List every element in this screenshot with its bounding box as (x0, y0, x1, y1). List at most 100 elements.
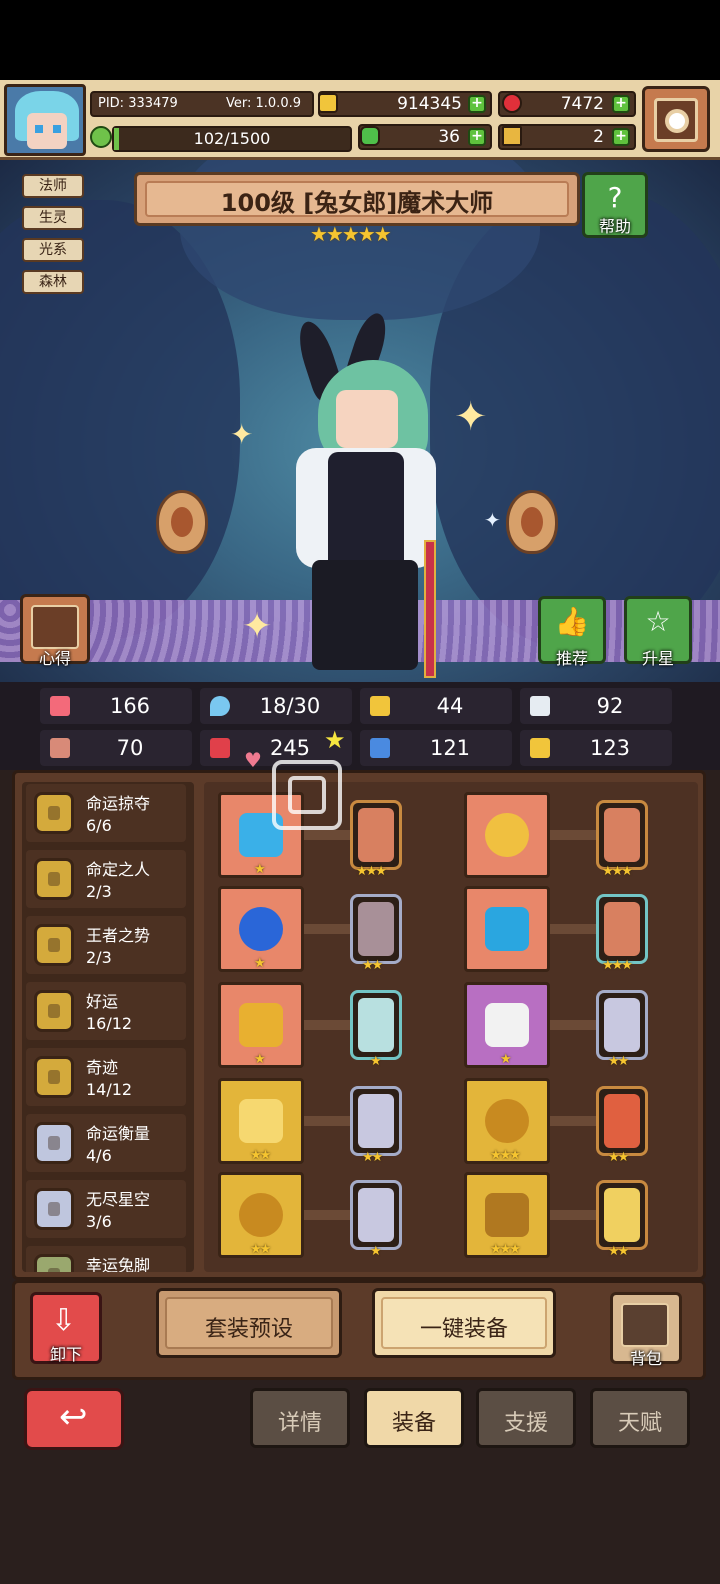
star-up-button[interactable]: ☆ 升星 (624, 596, 692, 668)
set-emblem-icon (34, 858, 74, 900)
set-emblem-icon (34, 924, 74, 966)
key-icon (502, 126, 522, 146)
equip-card-hat[interactable] (596, 800, 648, 870)
card-stars: ★★★ (602, 958, 633, 973)
equip-card-necklace[interactable] (350, 990, 402, 1060)
card-stars: ★★ (608, 1150, 629, 1165)
slot-stars: ★ (500, 1052, 512, 1067)
slot-stars: ★★★ (490, 1148, 521, 1163)
back-button[interactable]: ↩ (24, 1388, 124, 1450)
add-gem-icon[interactable]: + (612, 95, 630, 113)
set-item[interactable]: 好运 16/12 (26, 982, 186, 1040)
hero-title: 100级 [兔女郎]魔术大师 (220, 189, 494, 217)
unequip-label: 卸下 (49, 1345, 82, 1364)
bag-label: 背包 (629, 1349, 662, 1368)
shield-icon (370, 696, 390, 716)
set-bonus-list[interactable]: 命运掠夺 6/6 命定之人 2/3 王者之势 2/3 好运 16/12 奇迹 1… (22, 782, 194, 1272)
card-stars: ★★ (608, 1054, 629, 1069)
equip-card-armor[interactable] (596, 894, 648, 964)
tag-class: 法师 (22, 174, 84, 198)
set-emblem-icon (34, 792, 74, 834)
slot-stars: ★★ (250, 1148, 271, 1163)
tab-equipment[interactable]: 装备 (364, 1388, 464, 1448)
right-token-icon[interactable] (506, 490, 558, 554)
set-emblem-icon (34, 1188, 74, 1230)
set-item[interactable]: 王者之势 2/3 (26, 916, 186, 974)
bag-button[interactable]: 背包 (610, 1292, 682, 1368)
tab-details[interactable]: 详情 (250, 1388, 350, 1448)
set-emblem-icon (34, 990, 74, 1032)
set-item[interactable]: 命运衡量 4/6 (26, 1114, 186, 1172)
fist-icon (50, 738, 70, 758)
add-key-icon[interactable]: + (612, 128, 630, 146)
card-stars: ★★ (362, 958, 383, 973)
left-token-icon[interactable] (156, 490, 208, 554)
add-gold-icon[interactable]: + (468, 95, 486, 113)
equip-slot-hat[interactable] (464, 792, 550, 878)
hero-title-banner: 100级 [兔女郎]魔术大师 (134, 172, 580, 226)
stamina-icon (90, 126, 112, 148)
equip-card-emblem[interactable] (350, 1086, 402, 1156)
set-item[interactable]: 命运掠夺 6/6 (26, 784, 186, 842)
clover-icon (360, 126, 380, 146)
sparkle-icon: ✦ (230, 418, 254, 451)
settings-button[interactable] (642, 86, 710, 152)
set-preset-label: 套装预设 (204, 1317, 293, 1342)
ruby-icon (502, 93, 522, 113)
hero-face (336, 390, 398, 448)
stat-luck: 123 (520, 730, 672, 766)
slot-stars: ★ (254, 956, 266, 971)
equip-card-ring2[interactable] (350, 1180, 402, 1250)
sparkle-icon: ✦ (454, 394, 488, 440)
set-item[interactable]: 无尽星空 3/6 (26, 1180, 186, 1238)
recommend-label: 推荐 (555, 649, 588, 668)
gold-value: 914345 (397, 94, 462, 114)
help-button[interactable]: ? 帮助 (582, 172, 648, 238)
auto-equip-label: 一键装备 (419, 1317, 508, 1342)
insight-label: 心得 (38, 649, 71, 668)
gear-icon (669, 113, 685, 129)
stat-attack: 70 (40, 730, 192, 766)
recommend-button[interactable]: 👍 推荐 (538, 596, 606, 668)
equip-slot-armor[interactable] (464, 886, 550, 972)
hero-legs (312, 560, 418, 670)
card-stars: ★ (370, 1054, 382, 1069)
set-item[interactable]: 奇迹 14/12 (26, 1048, 186, 1106)
version-text: Ver: 1.0.0.9 (226, 96, 301, 111)
key-value: 2 (593, 127, 604, 147)
equip-card-orb[interactable] (350, 894, 402, 964)
card-stars: ★ (370, 1244, 382, 1259)
slot-stars: ★★★ (490, 1242, 521, 1257)
tag-habitat: 森林 (22, 270, 84, 294)
tab-talent[interactable]: 天赋 (590, 1388, 690, 1448)
tab-support[interactable]: 支援 (476, 1388, 576, 1448)
heart-icon (50, 696, 70, 716)
equip-card-staff[interactable] (350, 800, 402, 870)
question-icon: ? (607, 181, 623, 214)
sparkle-icon: ✦ (242, 606, 273, 647)
insight-button[interactable]: 心得 (20, 594, 90, 668)
equip-card-boots[interactable] (596, 1180, 648, 1250)
hero-star-rating: ★★★★★ (310, 222, 392, 246)
tag-element: 光系 (22, 238, 84, 262)
sparkle-heart-icon: ♥ (244, 748, 262, 772)
set-item[interactable]: 幸运兔脚 (26, 1246, 186, 1272)
set-emblem-icon (34, 1122, 74, 1164)
spellbook-icon (210, 738, 230, 758)
gold-counter: 914345 + (318, 91, 492, 117)
equip-card-glove[interactable] (596, 990, 648, 1060)
boot-icon (370, 738, 390, 758)
set-item[interactable]: 命定之人 2/3 (26, 850, 186, 908)
stat-crit: 121 (360, 730, 512, 766)
equip-card-ring[interactable] (596, 1086, 648, 1156)
card-stars: ★★ (608, 1244, 629, 1259)
selection-cursor (272, 760, 342, 830)
add-clover-icon[interactable]: + (468, 128, 486, 146)
player-avatar[interactable] (4, 84, 86, 156)
slot-stars: ★ (254, 862, 266, 877)
hero-body (328, 452, 404, 572)
unequip-button[interactable]: ⇩ 卸下 (30, 1292, 102, 1364)
auto-equip-button[interactable]: 一键装备 (372, 1288, 556, 1358)
horseshoe-icon (530, 738, 550, 758)
set-preset-button[interactable]: 套装预设 (156, 1288, 342, 1358)
